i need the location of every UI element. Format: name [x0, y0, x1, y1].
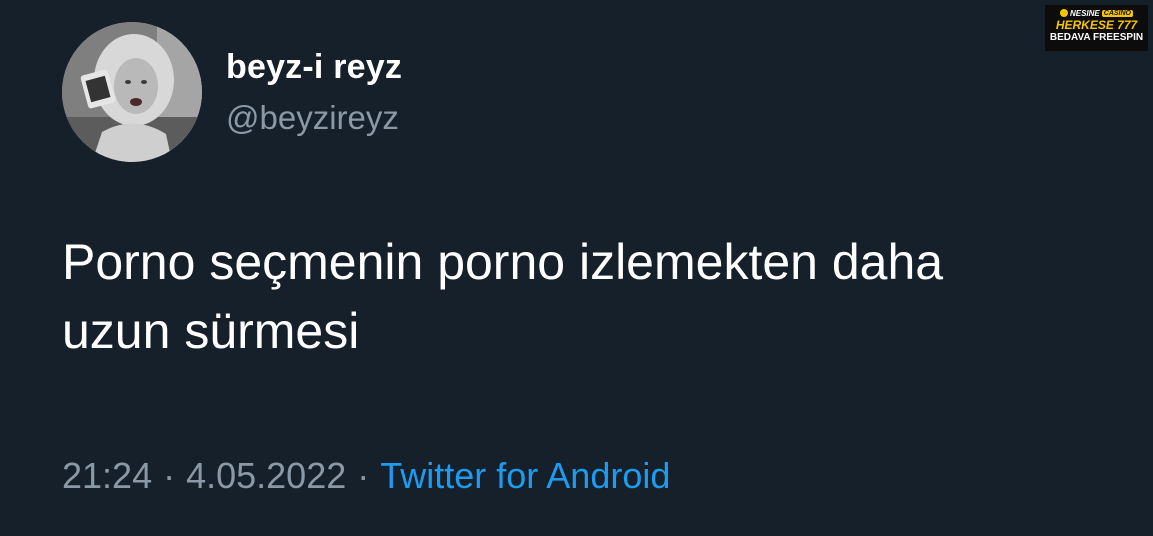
ad-headline: HERKESE 777 — [1055, 18, 1138, 32]
ad-subline: BEDAVA FREESPIN — [1049, 32, 1144, 43]
tweet-card: beyz-i reyz @beyzireyz Porno seçmenin po… — [0, 0, 1153, 536]
tweet-source-link[interactable]: Twitter for Android — [380, 455, 670, 496]
avatar-photo-icon — [62, 22, 202, 162]
ad-brand-name: NESINE — [1069, 8, 1100, 18]
brand-logo-icon — [1059, 9, 1068, 17]
ad-brand-tag: CASINO — [1101, 9, 1134, 17]
separator: · — [357, 455, 370, 496]
separator: · — [163, 455, 176, 496]
tweet-text: Porno seçmenin porno izlemekten daha uzu… — [62, 234, 944, 359]
tweet-date[interactable]: 4.05.2022 — [186, 455, 346, 496]
username-handle[interactable]: @beyzireyz — [226, 99, 399, 137]
tweet-metadata: 21:24 · 4.05.2022 · Twitter for Android — [62, 455, 670, 497]
display-name[interactable]: beyz-i reyz — [226, 48, 402, 87]
avatar[interactable] — [62, 22, 202, 162]
tweet-time[interactable]: 21:24 — [62, 455, 152, 496]
ad-badge[interactable]: NESINE CASINO HERKESE 777 BEDAVA FREESPI… — [1045, 5, 1148, 51]
ad-brand: NESINE CASINO — [1045, 8, 1148, 18]
